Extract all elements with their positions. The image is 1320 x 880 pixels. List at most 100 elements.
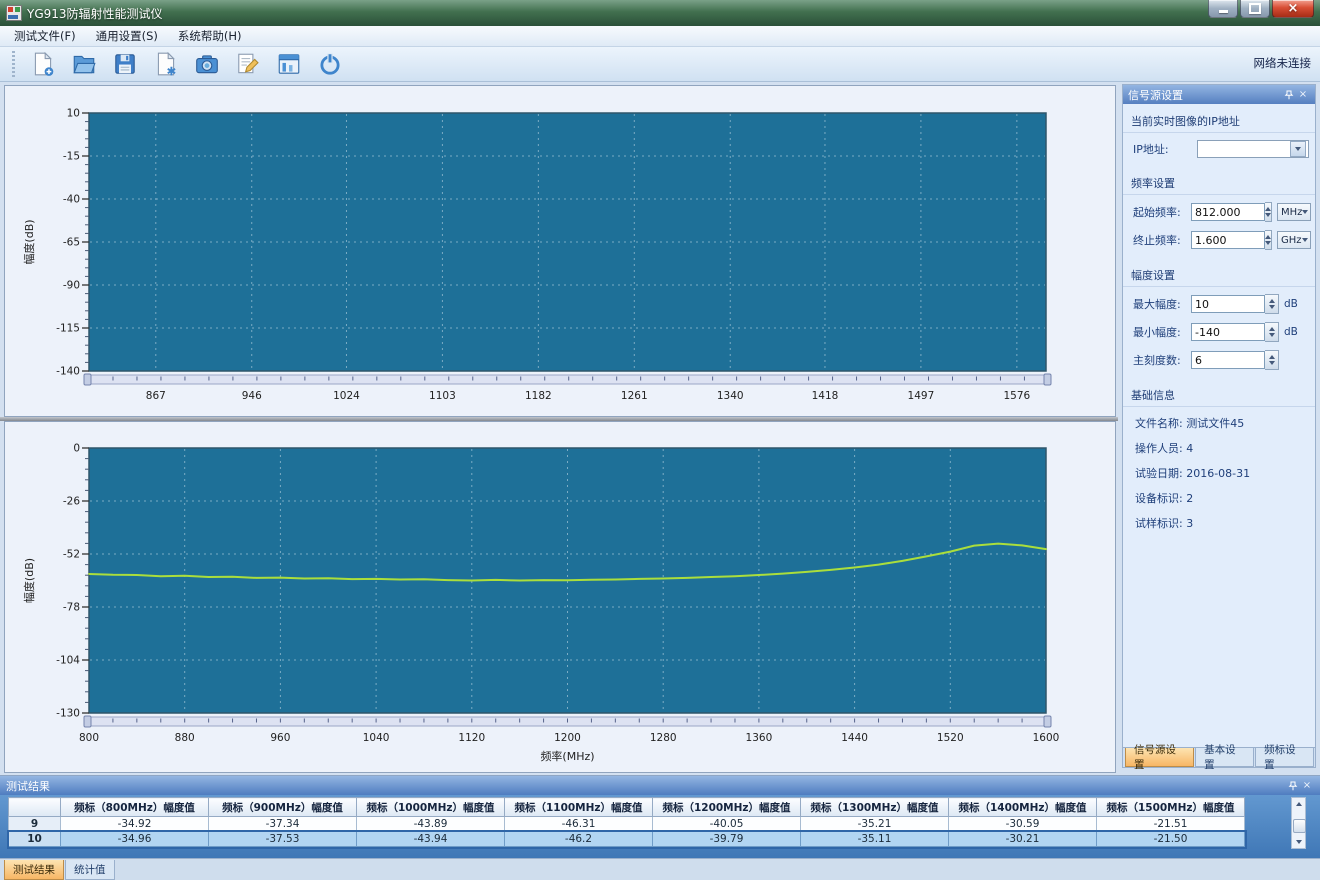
results-close-icon[interactable]: × (1300, 779, 1314, 793)
min-amp-stepper[interactable] (1265, 322, 1279, 342)
svg-text:频率(MHz): 频率(MHz) (540, 749, 594, 763)
menu-item-2[interactable]: 系统帮助(H) (168, 26, 252, 46)
table-cell: -35.21 (801, 817, 949, 832)
lower-chart[interactable]: 0-26-52-78-104-1308008809601040112012001… (5, 422, 1115, 772)
upper-chart[interactable]: 10-15-40-65-90-115-140867946102411031182… (5, 86, 1115, 416)
power-button[interactable] (315, 49, 345, 79)
pin-icon[interactable] (1282, 88, 1296, 102)
start-freq-unit-select[interactable]: MHz (1277, 203, 1311, 221)
row-label: 9 (9, 817, 61, 832)
svg-text:1261: 1261 (621, 390, 648, 402)
svg-text:1280: 1280 (650, 732, 677, 744)
table-cell: -43.89 (357, 817, 505, 832)
start-freq-stepper[interactable] (1265, 202, 1272, 222)
max-amp-stepper[interactable] (1265, 294, 1279, 314)
menu-item-0[interactable]: 测试文件(F) (4, 26, 86, 46)
start-freq-input[interactable] (1191, 203, 1265, 221)
minimize-icon (1219, 10, 1228, 13)
start-freq-label: 起始频率: (1133, 204, 1191, 220)
signal-source-panel: 信号源设置 × 当前实时图像的IP地址 IP地址: 频率设置 起始频率: (1122, 84, 1316, 768)
edit-report-button[interactable] (233, 49, 263, 79)
major-divisions-label: 主刻度数: (1133, 352, 1191, 368)
results-pin-icon[interactable] (1286, 779, 1300, 793)
svg-text:幅度(dB): 幅度(dB) (22, 558, 36, 603)
table-cell: -21.51 (1097, 817, 1245, 832)
table-cell: -39.79 (653, 832, 801, 847)
basic-info-section: 基础信息 文件名称: 测试文件45操作人员: 4试验日期: 2016-08-31… (1123, 378, 1315, 539)
bottom-tab-bar: 测试结果统计值 (0, 858, 1320, 880)
svg-text:1340: 1340 (717, 390, 744, 402)
stop-freq-stepper[interactable] (1265, 230, 1272, 250)
table-cell: -37.53 (209, 832, 357, 847)
title-bar: YG913防辐射性能测试仪 × (0, 0, 1320, 26)
bottom-tab-1[interactable]: 统计值 (65, 860, 115, 880)
column-header: 频标（1500MHz）幅度值 (1097, 798, 1245, 817)
max-amp-label: 最大幅度: (1133, 296, 1191, 312)
column-header: 频标（1400MHz）幅度值 (949, 798, 1097, 817)
panel-close-icon[interactable]: × (1296, 88, 1310, 102)
major-divisions-input[interactable] (1191, 351, 1265, 369)
snapshot-button[interactable] (192, 49, 222, 79)
svg-text:-104: -104 (56, 655, 80, 667)
dock-tab-1[interactable]: 基本设置 (1195, 748, 1254, 767)
export-report-button[interactable] (151, 49, 181, 79)
dock-tab-2[interactable]: 频标设置 (1255, 748, 1314, 767)
scroll-up-icon[interactable] (1293, 799, 1304, 809)
app-window: YG913防辐射性能测试仪 × 测试文件(F)通用设置(S)系统帮助(H) (0, 0, 1320, 880)
minimize-button[interactable] (1208, 0, 1238, 18)
scroll-down-icon[interactable] (1293, 837, 1304, 847)
new-file-button[interactable] (28, 49, 58, 79)
table-row[interactable]: 9-34.92-37.34-43.89-46.31-40.05-35.21-30… (9, 817, 1245, 832)
major-divisions-stepper[interactable] (1265, 350, 1279, 370)
info-item: 试验日期: 2016-08-31 (1123, 460, 1315, 485)
save-button[interactable] (110, 49, 140, 79)
results-panel-header: 测试结果 × (0, 776, 1320, 795)
table-row[interactable]: 10-34.96-37.53-43.94-46.2-39.79-35.11-30… (9, 832, 1245, 847)
svg-text:1040: 1040 (363, 732, 390, 744)
max-amp-input[interactable] (1191, 295, 1265, 313)
open-file-button[interactable] (69, 49, 99, 79)
results-panel: 测试结果 × 频标（800MHz）幅度值频标（900MHz）幅度值频标（1000… (0, 775, 1320, 858)
new-file-icon (30, 51, 56, 77)
table-cell: -40.05 (653, 817, 801, 832)
data-table-button[interactable] (274, 49, 304, 79)
stop-freq-unit-select[interactable]: GHz (1277, 231, 1311, 249)
export-report-icon (153, 51, 179, 77)
results-header-row: 频标（800MHz）幅度值频标（900MHz）幅度值频标（1000MHz）幅度值… (9, 798, 1245, 817)
stop-freq-input[interactable] (1191, 231, 1265, 249)
dock-tab-bar: 信号源设置基本设置频标设置 (1123, 747, 1315, 767)
svg-text:-15: -15 (63, 151, 80, 163)
svg-text:1120: 1120 (458, 732, 485, 744)
svg-text:880: 880 (175, 732, 195, 744)
svg-text:1440: 1440 (841, 732, 868, 744)
column-header: 频标（1300MHz）幅度值 (801, 798, 949, 817)
open-folder-icon (71, 51, 97, 77)
svg-text:-52: -52 (63, 549, 80, 561)
dock-tab-0[interactable]: 信号源设置 (1125, 748, 1194, 767)
info-item: 文件名称: 测试文件45 (1123, 410, 1315, 435)
maximize-icon (1249, 3, 1261, 14)
scrollbar-thumb[interactable] (1293, 819, 1306, 833)
svg-text:1200: 1200 (554, 732, 581, 744)
min-amp-input[interactable] (1191, 323, 1265, 341)
svg-text:幅度(dB): 幅度(dB) (22, 219, 36, 264)
svg-text:-130: -130 (56, 708, 80, 720)
svg-text:1182: 1182 (525, 390, 552, 402)
column-header: 频标（800MHz）幅度值 (61, 798, 209, 817)
row-label: 10 (9, 832, 61, 847)
data-table-icon (276, 51, 302, 77)
amplitude-section: 幅度设置 最大幅度: dB 最小幅度: dB 主刻度数: (1123, 258, 1315, 378)
info-item: 操作人员: 4 (1123, 435, 1315, 460)
bottom-tab-0[interactable]: 测试结果 (4, 860, 64, 880)
svg-text:867: 867 (146, 390, 166, 402)
close-button[interactable]: × (1272, 0, 1314, 18)
ip-address-select[interactable] (1197, 140, 1309, 158)
frequency-section: 频率设置 起始频率: MHz 终止频率: GHz (1123, 166, 1315, 258)
column-header: 频标（1000MHz）幅度值 (357, 798, 505, 817)
maximize-button[interactable] (1240, 0, 1270, 18)
table-cell: -35.11 (801, 832, 949, 847)
results-scrollbar[interactable] (1291, 797, 1306, 849)
menu-item-1[interactable]: 通用设置(S) (86, 26, 168, 46)
svg-text:0: 0 (73, 443, 80, 455)
close-icon: × (1288, 2, 1299, 16)
